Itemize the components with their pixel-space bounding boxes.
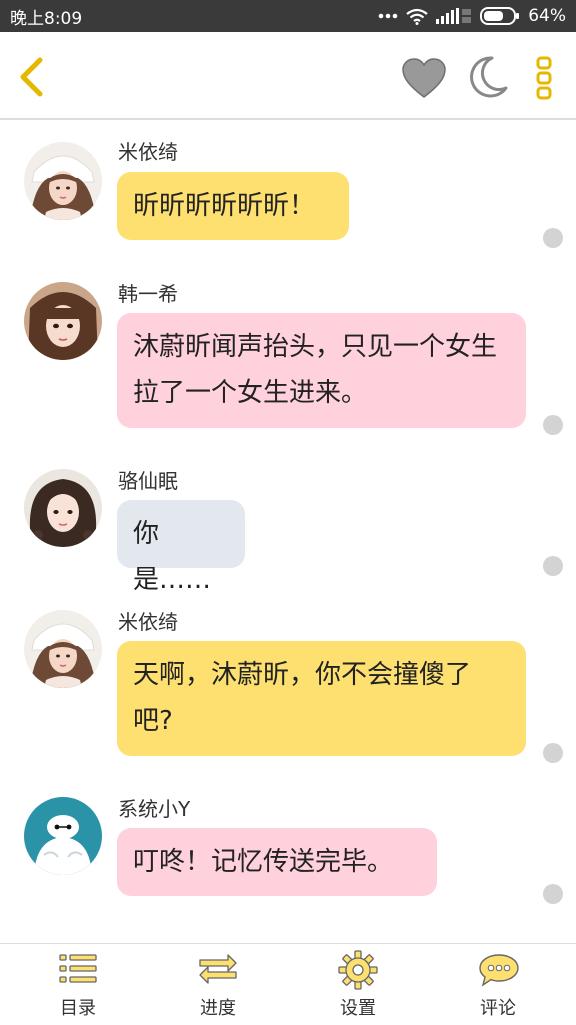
tab-label: 设置 — [340, 998, 376, 1019]
message-bubble[interactable]: 天啊，沐蔚昕，你不会撞傻了吧? — [117, 641, 526, 756]
bottom-tab-bar: 目录 进度 设置 评论 — [0, 943, 576, 1025]
sender-name: 米依绮 — [118, 140, 178, 164]
battery-percent: 64% — [528, 6, 566, 26]
tab-comments[interactable]: 评论 — [426, 944, 570, 1025]
avatar[interactable] — [24, 797, 102, 875]
tab-progress[interactable]: 进度 — [146, 944, 290, 1025]
avatar[interactable] — [24, 282, 102, 360]
avatar-girl-white-hat-image — [24, 610, 102, 688]
avatar-girl-bangs-image — [24, 282, 102, 360]
message-bubble[interactable]: 你是…… — [117, 500, 245, 595]
status-time: 晚上8:09 — [10, 8, 83, 29]
moon-icon — [470, 56, 508, 98]
swap-arrows-icon — [199, 954, 237, 984]
top-nav-bar — [0, 32, 576, 120]
back-button[interactable] — [12, 54, 52, 100]
more-button[interactable] — [532, 56, 556, 100]
night-mode-button[interactable] — [466, 54, 510, 100]
avatar[interactable] — [24, 610, 102, 688]
status-indicators: 64% — [378, 6, 566, 26]
list-icon — [59, 954, 97, 983]
sender-name: 韩一希 — [118, 282, 178, 306]
avatar[interactable] — [24, 142, 102, 220]
favorite-button[interactable] — [400, 56, 448, 100]
message-dot[interactable] — [543, 228, 563, 248]
wifi-icon — [406, 8, 428, 25]
signal-icon — [436, 8, 472, 24]
tab-label: 目录 — [60, 998, 96, 1019]
message-bubble[interactable]: 沐蔚昕闻声抬头，只见一个女生拉了一个女生进来。 — [117, 313, 526, 428]
tab-label: 评论 — [480, 998, 516, 1019]
battery-icon — [480, 7, 520, 25]
heart-icon — [402, 58, 446, 98]
message-bubble[interactable]: 昕昕昕昕昕昕！ — [117, 172, 349, 240]
sender-name: 骆仙眠 — [118, 469, 178, 493]
more-vertical-icon — [536, 56, 552, 100]
tab-catalog[interactable]: 目录 — [6, 944, 150, 1025]
chat-list[interactable]: 米依绮 昕昕昕昕昕昕！ 韩一希 沐蔚昕闻声抬头，只见一个女生拉了一个女生进来。 — [0, 120, 576, 942]
avatar-girl-braid-image — [24, 469, 102, 547]
message-dot[interactable] — [543, 556, 563, 576]
comment-bubble-icon — [479, 954, 519, 987]
gear-icon — [338, 950, 378, 990]
notification-dots-icon — [378, 13, 398, 19]
avatar[interactable] — [24, 469, 102, 547]
message-dot[interactable] — [543, 884, 563, 904]
message-dot[interactable] — [543, 415, 563, 435]
avatar-robot-image — [24, 797, 102, 875]
message-bubble[interactable]: 叮咚！记忆传送完毕。 — [117, 828, 437, 896]
message-dot[interactable] — [543, 743, 563, 763]
sender-name: 系统小Y — [118, 797, 191, 821]
chevron-left-icon — [20, 57, 43, 97]
tab-settings[interactable]: 设置 — [286, 944, 430, 1025]
avatar-girl-white-hat-image — [24, 142, 102, 220]
sender-name: 米依绮 — [118, 610, 178, 634]
clipped-text-line — [40, 935, 540, 943]
tab-label: 进度 — [200, 998, 236, 1019]
status-bar: 晚上8:09 64% — [0, 0, 576, 32]
